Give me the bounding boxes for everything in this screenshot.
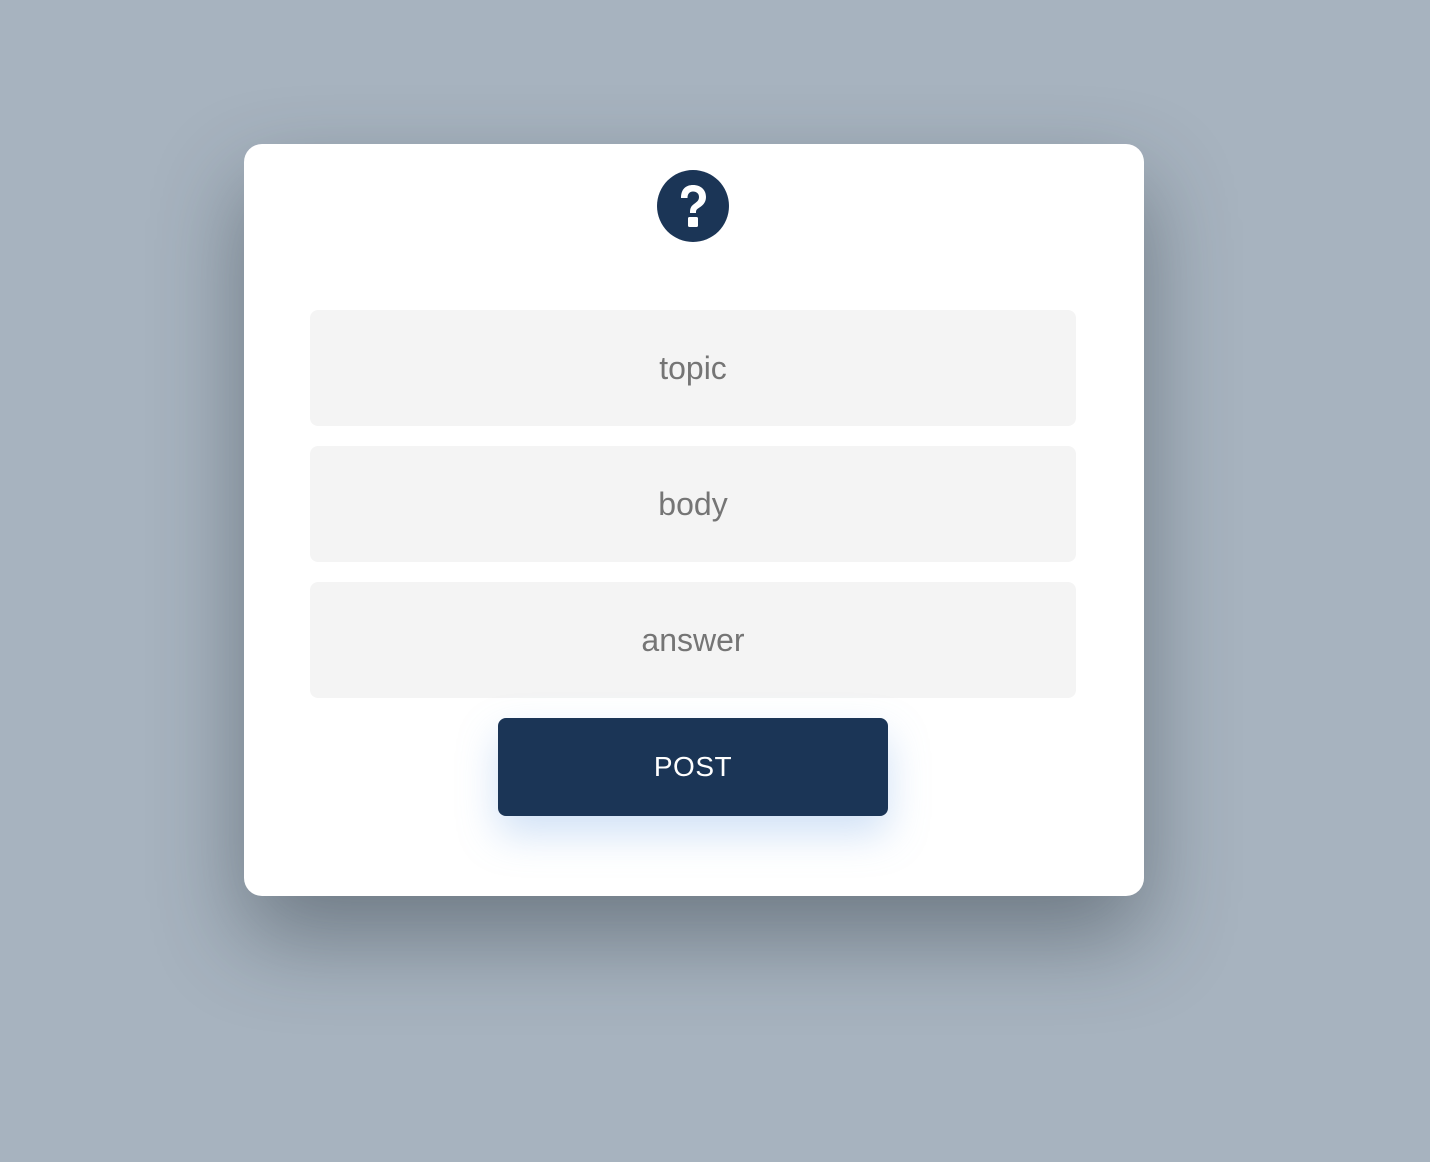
question-circle-icon xyxy=(657,170,729,242)
post-form-card: POST xyxy=(244,144,1144,896)
body-input[interactable] xyxy=(310,446,1076,562)
answer-input[interactable] xyxy=(310,582,1076,698)
topic-input[interactable] xyxy=(310,310,1076,426)
post-button[interactable]: POST xyxy=(498,718,888,816)
